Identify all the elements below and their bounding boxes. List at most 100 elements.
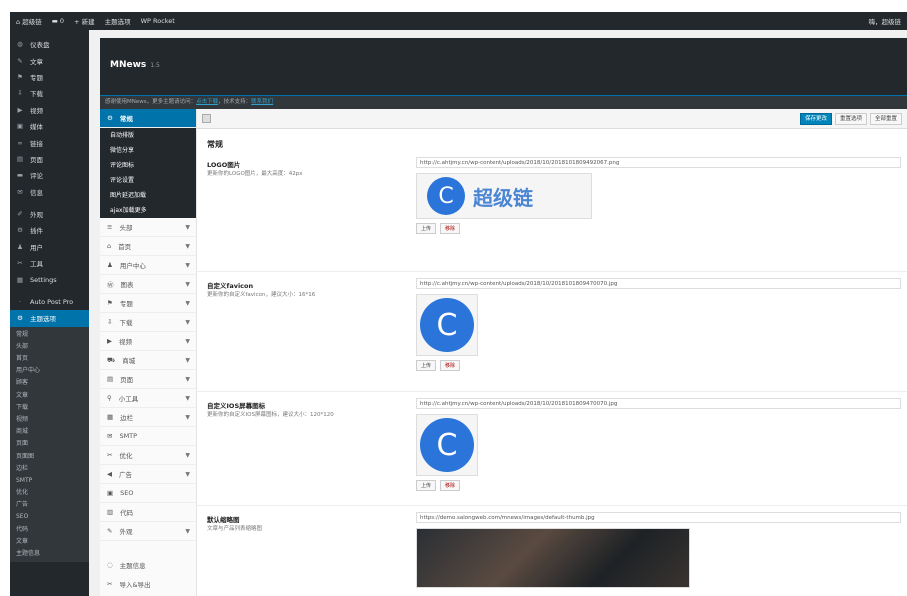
submenu-item[interactable]: 页面 — [10, 438, 89, 450]
reset-all-button[interactable]: 全部重置 — [869, 112, 902, 125]
nav-label: 页面 — [120, 376, 134, 384]
sidebar-item[interactable]: ✉ 信息 — [10, 184, 89, 200]
submenu-item[interactable]: 代码 — [10, 524, 89, 536]
sidebar-item[interactable]: ▶ 视频 — [10, 102, 89, 118]
remove-button[interactable]: 移除 — [440, 480, 461, 491]
option-field: LOGO图片 更新你的LOGO图片，最大高度：42px http://c.ahtjm… — [197, 151, 907, 271]
nav-item[interactable]: ▣ SEO — [100, 484, 196, 503]
sidebar-item[interactable]: ▣ 媒体 — [10, 118, 89, 134]
submenu-item[interactable]: 文章 — [10, 390, 89, 402]
submenu-item[interactable]: 视频 — [10, 414, 89, 426]
sidebar-item[interactable]: ▤ 页面 — [10, 151, 89, 167]
nav-subitem[interactable]: 自动排版 — [100, 128, 196, 143]
new-link[interactable]: + 新建 — [74, 16, 95, 26]
link-icon: ∞ — [17, 138, 23, 147]
theme-options-link[interactable]: 主题选项 — [105, 16, 131, 26]
nav-item[interactable]: ▤ 页面 ▼ — [100, 370, 196, 389]
media-icon: ▣ — [16, 122, 24, 131]
submenu-item[interactable]: 顾客 — [10, 377, 89, 389]
sidebar-item[interactable]: · Auto Post Pro — [10, 294, 89, 310]
sidebar-item[interactable]: ∞ 链接 — [10, 134, 89, 150]
sidebar-item-label: 工具 — [30, 260, 43, 269]
url-input[interactable]: http://c.ahtjmy.cn/wp-content/uploads/20… — [416, 278, 901, 289]
nav-item[interactable]: ◀ 广告 ▼ — [100, 465, 196, 484]
nav-footer-item[interactable]: ◌ 主题信息 — [100, 555, 196, 574]
nav-item[interactable]: ▦ 边栏 ▼ — [100, 408, 196, 427]
comment-icon: ▬ — [16, 171, 24, 180]
sidebar-item[interactable]: ♟ 用户 — [10, 239, 89, 255]
nav-subitem[interactable]: 评论图标 — [100, 158, 196, 173]
nav-submenu: 自动排版 微信分享 评论图标 评论设置 图片延迟加载 ajax加载更多 — [100, 128, 196, 218]
logo-c-icon: C — [427, 177, 465, 215]
upload-button[interactable]: 上传 — [416, 360, 437, 371]
submenu-item[interactable]: 优化 — [10, 487, 89, 499]
nav-item[interactable]: ▥ 代码 — [100, 503, 196, 522]
nav-item[interactable]: ♟ 用户中心 ▼ — [100, 256, 196, 275]
account-link[interactable]: 嗨，超级链 — [869, 16, 902, 26]
nav-item[interactable]: ⇩ 下载 ▼ — [100, 313, 196, 332]
submenu-item[interactable]: 页面图 — [10, 451, 89, 463]
sidebar-item-theme-options[interactable]: ⚙ 主题选项 — [10, 310, 89, 327]
nav-item[interactable]: ⌂ 首页 ▼ — [100, 237, 196, 256]
nav-subitem[interactable]: 评论设置 — [100, 173, 196, 188]
nav-item[interactable]: Ⓦ 图表 ▼ — [100, 275, 196, 294]
remove-button[interactable]: 移除 — [440, 360, 461, 371]
sidebar-item[interactable]: ▦ Settings — [10, 271, 89, 287]
sidebar-item[interactable]: ◍ 仪表盘 — [10, 36, 89, 52]
nav-item[interactable]: ⛟ 商城 ▼ — [100, 351, 196, 370]
nav-item[interactable]: ⚲ 小工具 ▼ — [100, 389, 196, 408]
upload-button[interactable]: 上传 — [416, 480, 437, 491]
field-label: 默认缩略图 — [207, 516, 240, 524]
sidebar-item[interactable]: ⚙ 插件 — [10, 222, 89, 238]
comments-link[interactable]: ▬ 0 — [52, 17, 64, 25]
nav-item[interactable]: ≡ 头部 ▼ — [100, 218, 196, 237]
sidebar-item[interactable]: ✐ 外观 — [10, 206, 89, 222]
nav-subitem[interactable]: 微信分享 — [100, 143, 196, 158]
upload-button[interactable]: 上传 — [416, 223, 437, 234]
submenu-item[interactable]: 下载 — [10, 402, 89, 414]
nav-icon: ♟ — [107, 261, 113, 269]
submenu-item[interactable]: 文章 — [10, 536, 89, 548]
nav-subitem[interactable]: ajax加载更多 — [100, 203, 196, 218]
url-input[interactable]: http://c.ahtjmy.cn/wp-content/uploads/20… — [416, 157, 901, 168]
sidebar-item-label: 主题选项 — [30, 315, 56, 324]
sidebar-item[interactable]: ⇩ 下载 — [10, 85, 89, 101]
nav-item[interactable]: ⚑ 专题 ▼ — [100, 294, 196, 313]
field-description: 文章与产品列表缩略图 — [207, 526, 263, 532]
url-input[interactable]: http://c.ahtjmy.cn/wp-content/uploads/20… — [416, 398, 901, 409]
submenu-item[interactable]: 主题信息 — [10, 548, 89, 560]
submenu-item[interactable]: 首页 — [10, 353, 89, 365]
sidebar-item[interactable]: ▬ 评论 — [10, 167, 89, 183]
site-link[interactable]: ⌂ 超级链 — [16, 16, 42, 26]
nav-item[interactable]: ✎ 外观 ▼ — [100, 522, 196, 541]
download-link[interactable]: 点击下载 — [196, 99, 218, 105]
sidebar-item-label: 视频 — [30, 106, 43, 115]
nav-item[interactable]: ✂ 优化 ▼ — [100, 446, 196, 465]
submenu-item[interactable]: 常规 — [10, 329, 89, 341]
nav-item[interactable]: ✉ SMTP — [100, 427, 196, 446]
nav-footer-item[interactable]: ✂ 导入&导出 — [100, 574, 196, 593]
submenu-item[interactable]: 边栏 — [10, 463, 89, 475]
save-button[interactable]: 保存更改 — [799, 112, 832, 125]
nav-item[interactable]: ▶ 视频 ▼ — [100, 332, 196, 351]
nav-label: 广告 — [119, 471, 132, 479]
sidebar-item[interactable]: ⚑ 专题 — [10, 69, 89, 85]
reset-section-button[interactable]: 重置选项 — [834, 112, 867, 125]
nav-item-general[interactable]: ⚙ 常规 — [100, 109, 196, 128]
submenu-item[interactable]: 用户中心 — [10, 365, 89, 377]
nav-label: 外观 — [119, 528, 133, 536]
submenu-item[interactable]: 广告 — [10, 499, 89, 511]
submenu-item[interactable]: SEO — [10, 511, 89, 523]
sidebar-item[interactable]: ✂ 工具 — [10, 255, 89, 271]
support-link[interactable]: 联系我们 — [251, 99, 273, 105]
nav-subitem[interactable]: 图片延迟加载 — [100, 188, 196, 203]
sidebar-item[interactable]: ✎ 文章 — [10, 52, 89, 68]
remove-button[interactable]: 移除 — [440, 223, 461, 234]
expand-icon[interactable] — [202, 114, 211, 123]
wp-rocket-link[interactable]: WP Rocket — [141, 17, 175, 25]
url-input[interactable]: https://demo.salongweb.com/mnews/images/… — [416, 512, 901, 523]
submenu-item[interactable]: 头部 — [10, 341, 89, 353]
chevron-down-icon: ▼ — [185, 451, 190, 459]
submenu-item[interactable]: SMTP — [10, 475, 89, 487]
submenu-item[interactable]: 商城 — [10, 426, 89, 438]
